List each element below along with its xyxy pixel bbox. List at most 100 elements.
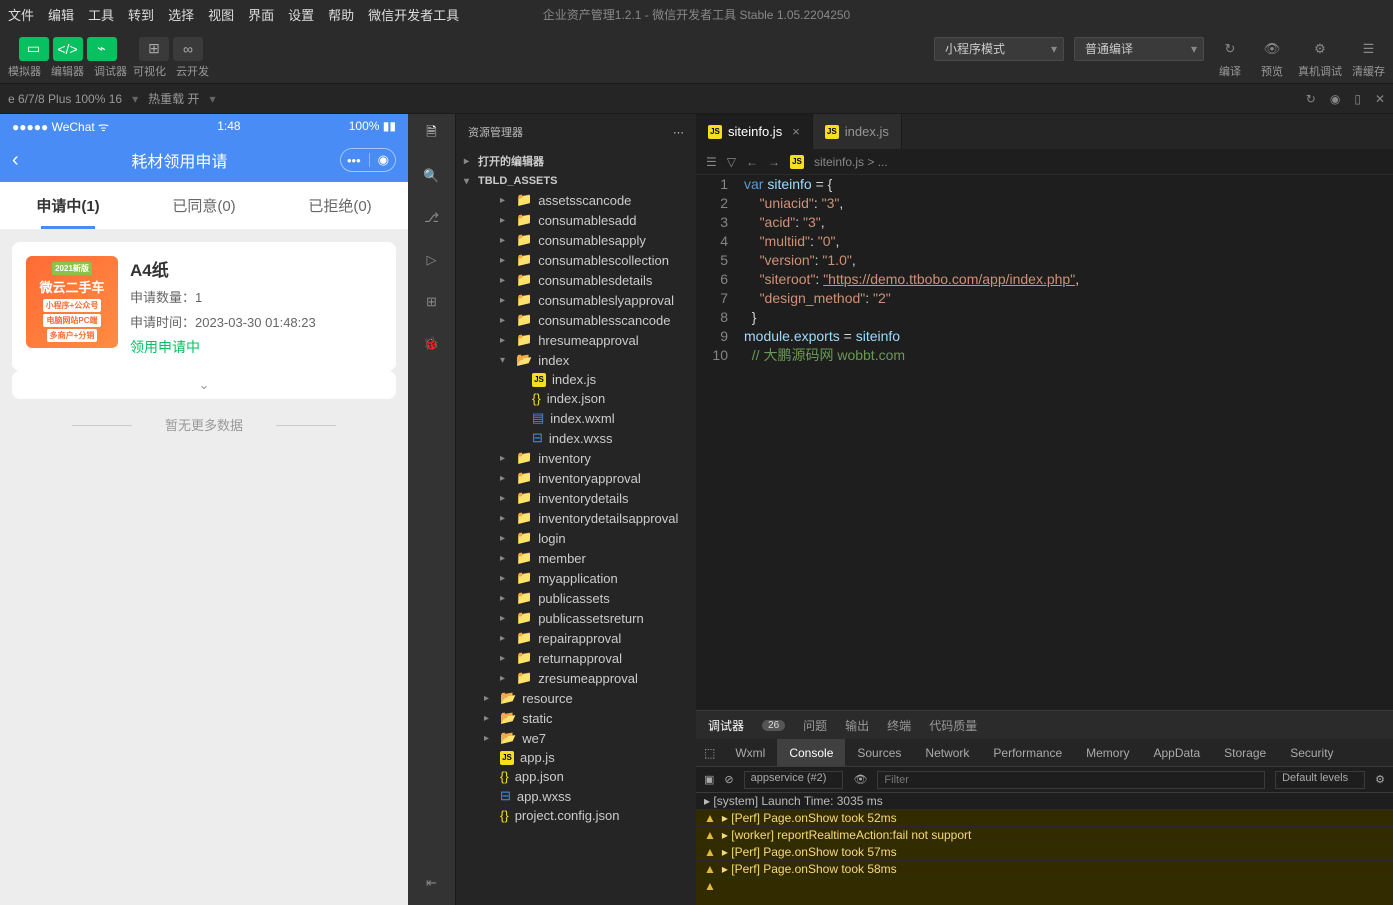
tab-rejected[interactable]: 已拒绝(0) [272, 182, 408, 229]
eye-icon[interactable]: 👁 [853, 773, 867, 786]
devtab-performance[interactable]: Performance [981, 739, 1074, 766]
tree-item[interactable]: ⊟app.wxss [456, 786, 696, 806]
close-icon[interactable]: × [792, 124, 800, 139]
explorer-icon[interactable]: 🗎 [420, 122, 444, 146]
devtab-sources[interactable]: Sources [845, 739, 913, 766]
console-output[interactable]: ▸ [system] Launch Time: 3035 ms▲▸ [Perf]… [696, 793, 1393, 905]
preview-button[interactable]: 👁 [1256, 37, 1288, 61]
realdevice-button[interactable]: ⚙ [1304, 37, 1336, 61]
dbg-tab-output[interactable]: 输出 [845, 717, 869, 734]
simulator-button[interactable]: ▭ [19, 37, 49, 61]
tree-item[interactable]: ▸📂we7 [456, 728, 696, 748]
tree-item[interactable]: ▸📁returnapproval [456, 648, 696, 668]
tree-item[interactable]: JSindex.js [456, 370, 696, 389]
git-icon[interactable]: ⎇ [420, 206, 444, 230]
close-icon[interactable]: ✕ [1375, 92, 1385, 106]
phone-content[interactable]: 2021新版 微云二手车 小程序+公众号 电脑网站PC端 多商户+分销 A4纸 … [0, 230, 408, 905]
mode-dropdown[interactable]: 小程序模式 [934, 37, 1064, 61]
compile-dropdown[interactable]: 普通编译 [1074, 37, 1204, 61]
dbg-tab-quality[interactable]: 代码质量 [929, 717, 977, 734]
inspect-icon[interactable]: ⬚ [704, 746, 723, 760]
tree-item[interactable]: ▾📂index [456, 350, 696, 370]
tree-item[interactable]: {}project.config.json [456, 806, 696, 825]
menu-goto[interactable]: 转到 [128, 5, 154, 24]
record-icon[interactable]: ◉ [1330, 92, 1340, 106]
more-icon[interactable]: ⋯ [673, 126, 684, 139]
card-expand[interactable]: ⌄ [12, 371, 396, 399]
levels-select[interactable]: Default levels [1275, 771, 1365, 789]
cloud-button[interactable]: ∞ [173, 37, 203, 61]
visualize-button[interactable]: ⊞ [139, 37, 169, 61]
tree-item[interactable]: ▸📁member [456, 548, 696, 568]
tree-item[interactable]: ⊟index.wxss [456, 428, 696, 448]
dbg-tab-problems[interactable]: 问题 [803, 717, 827, 734]
devtab-network[interactable]: Network [913, 739, 981, 766]
tree-item[interactable]: ▸📁publicassetsreturn [456, 608, 696, 628]
tree-item[interactable]: ▸📁consumableslyapproval [456, 290, 696, 310]
editor-button[interactable]: </> [53, 37, 83, 61]
tree-item[interactable]: ▸📁inventoryapproval [456, 468, 696, 488]
tree-item[interactable]: ▸📁publicassets [456, 588, 696, 608]
devtab-wxml[interactable]: Wxml [723, 739, 777, 766]
debugger-button[interactable]: ⌁ [87, 37, 117, 61]
tree-item[interactable]: ▸📂resource [456, 688, 696, 708]
filter-input[interactable] [877, 771, 1265, 789]
sidebar-toggle-icon[interactable]: ▣ [704, 773, 714, 786]
forward-arrow-icon[interactable]: → [768, 155, 780, 169]
tree-item[interactable]: ▸📁hresumeapproval [456, 330, 696, 350]
tab-applying[interactable]: 申请中(1) [0, 182, 136, 229]
tree-item[interactable]: {}index.json [456, 389, 696, 408]
dbg-tab-debugger[interactable]: 调试器 [708, 717, 744, 734]
back-arrow-icon[interactable]: ← [746, 155, 758, 169]
devtab-security[interactable]: Security [1278, 739, 1345, 766]
menu-wechat-devtools[interactable]: 微信开发者工具 [368, 5, 459, 24]
tree-item[interactable]: ▸📁consumablescollection [456, 250, 696, 270]
tree-item[interactable]: ▸📁consumablesscancode [456, 310, 696, 330]
menu-tools[interactable]: 工具 [88, 5, 114, 24]
devtab-appdata[interactable]: AppData [1141, 739, 1212, 766]
device-icon[interactable]: ▯ [1354, 92, 1361, 106]
settings-icon[interactable]: ⚙ [1375, 773, 1385, 786]
tab-index[interactable]: JS index.js [813, 114, 902, 149]
menu-interface[interactable]: 界面 [248, 5, 274, 24]
tree-item[interactable]: ▸📁inventorydetailsapproval [456, 508, 696, 528]
tab-approved[interactable]: 已同意(0) [136, 182, 272, 229]
tree-item[interactable]: {}app.json [456, 767, 696, 786]
menu-view[interactable]: 视图 [208, 5, 234, 24]
tree-item[interactable]: ▸📁repairapproval [456, 628, 696, 648]
devtab-storage[interactable]: Storage [1212, 739, 1278, 766]
project-section[interactable]: ▾TBLD_ASSETS [456, 172, 696, 190]
menu-settings[interactable]: 设置 [288, 5, 314, 24]
dbg-tab-terminal[interactable]: 终端 [887, 717, 911, 734]
breadcrumb-text[interactable]: siteinfo.js > ... [814, 155, 888, 169]
tree-item[interactable]: ▸📁login [456, 528, 696, 548]
refresh-icon[interactable]: ↻ [1306, 92, 1316, 106]
devtab-console[interactable]: Console [777, 739, 845, 766]
tree-item[interactable]: ▸📁consumablesdetails [456, 270, 696, 290]
menu-select[interactable]: 选择 [168, 5, 194, 24]
bug-icon[interactable]: 🐞 [420, 332, 444, 356]
context-select[interactable]: appservice (#2) [744, 771, 844, 789]
menu-dots-icon[interactable]: ••• [347, 153, 361, 168]
tree-item[interactable]: ▸📁zresumeapproval [456, 668, 696, 688]
search-icon[interactable]: 🔍 [420, 164, 444, 188]
clear-console-icon[interactable]: ⊘ [724, 773, 733, 786]
hotreload-toggle[interactable]: 热重载 开 [148, 90, 199, 107]
tree-item[interactable]: ▸📁inventorydetails [456, 488, 696, 508]
back-icon[interactable]: ‹ [12, 149, 19, 172]
tab-siteinfo[interactable]: JS siteinfo.js × [696, 114, 813, 149]
tree-item[interactable]: ▸📁assetsscancode [456, 190, 696, 210]
menu-file[interactable]: 文件 [8, 5, 34, 24]
tree-item[interactable]: JSapp.js [456, 748, 696, 767]
menu-edit[interactable]: 编辑 [48, 5, 74, 24]
open-editors-section[interactable]: ▸打开的编辑器 [456, 150, 696, 172]
devtab-memory[interactable]: Memory [1074, 739, 1141, 766]
clearcache-button[interactable]: ☰ [1353, 37, 1385, 61]
extensions-icon[interactable]: ⊞ [420, 290, 444, 314]
file-tree[interactable]: ▸📁assetsscancode▸📁consumablesadd▸📁consum… [456, 190, 696, 905]
device-select[interactable]: e 6/7/8 Plus 100% 16 [8, 92, 122, 106]
collapse-icon[interactable]: ⇤ [420, 871, 444, 895]
target-icon[interactable]: ◉ [378, 152, 389, 168]
list-icon[interactable]: ☰ [706, 155, 717, 169]
menu-help[interactable]: 帮助 [328, 5, 354, 24]
